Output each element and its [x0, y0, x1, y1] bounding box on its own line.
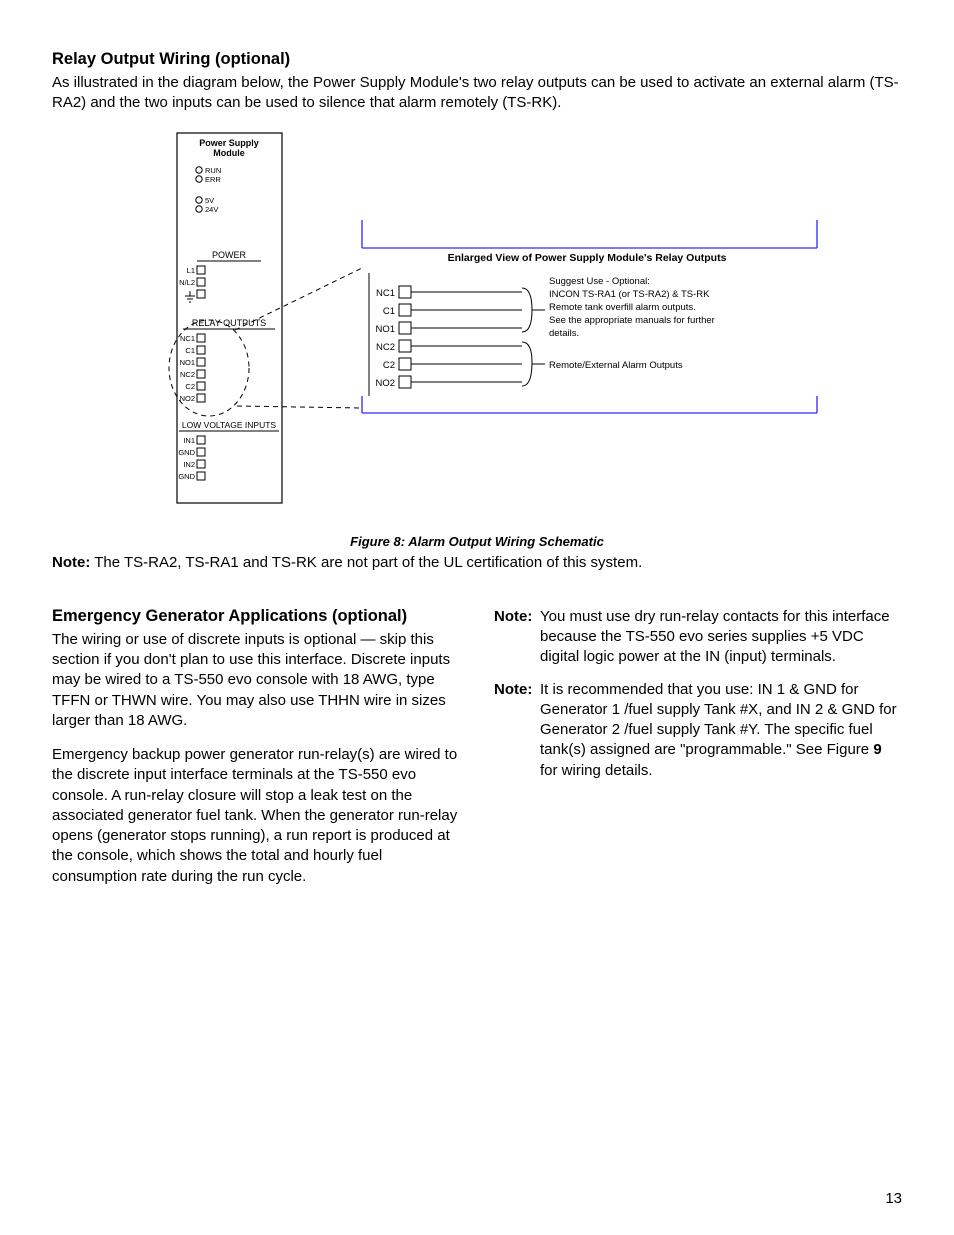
note-ul-cert: Note: The TS-RA2, TS-RA1 and TS-RK are n… — [52, 553, 902, 573]
label-gnd1: GND — [178, 448, 195, 457]
bracket-top — [522, 288, 532, 332]
suggest-line3: Remote tank overfill alarm outputs. — [549, 302, 696, 313]
heading-emergency-gen: Emergency Generator Applications (option… — [52, 607, 460, 626]
right-column: Note: You must use dry run-relay contact… — [494, 599, 902, 793]
note2-label: Note: — [494, 680, 540, 781]
label-nc1: NC1 — [180, 334, 195, 343]
e-label-nc2: NC2 — [376, 342, 395, 353]
terminal-in2 — [197, 460, 205, 468]
ground-icon — [185, 291, 195, 302]
left-column: Emergency Generator Applications (option… — [52, 599, 460, 901]
label-no1: NO1 — [180, 358, 195, 367]
note1-text: You must use dry run-relay contacts for … — [540, 607, 902, 668]
note2-text: It is recommended that you use: IN 1 & G… — [540, 680, 902, 781]
enlarged-wires — [411, 292, 522, 382]
remote-label: Remote/External Alarm Outputs — [549, 360, 683, 371]
label-in2: IN2 — [183, 460, 195, 469]
note2-text-bold: 9 — [873, 741, 881, 758]
suggest-line2: INCON TS-RA1 (or TS-RA2) & TS-RK — [549, 289, 710, 300]
terminal-gnd2 — [197, 472, 205, 480]
e-label-c2: C2 — [383, 360, 395, 371]
label-gnd2: GND — [178, 472, 195, 481]
terminal-c2 — [197, 382, 205, 390]
para-relay-intro: As illustrated in the diagram below, the… — [52, 73, 902, 114]
label-nl2: N/L2 — [179, 278, 195, 287]
figure-8-schematic: Power Supply Module RUN ERR 5V 24V POWER… — [52, 128, 902, 549]
label-nc2: NC2 — [180, 370, 195, 379]
terminal-in1 — [197, 436, 205, 444]
led-err-label: ERR — [205, 175, 221, 184]
e-label-no2: NO2 — [375, 378, 395, 389]
psm-title2: Module — [213, 148, 245, 158]
note1-label: Note: — [494, 607, 540, 668]
terminal-no2 — [197, 394, 205, 402]
led-24v-label: 24V — [205, 205, 218, 214]
heading-relay-output: Relay Output Wiring (optional) — [52, 50, 902, 69]
leader-top — [235, 268, 362, 330]
bracket-bottom — [522, 342, 532, 386]
lowvolt-section-label: LOW VOLTAGE INPUTS — [182, 420, 276, 430]
terminal-no1 — [197, 358, 205, 366]
psm-title1: Power Supply — [199, 138, 259, 148]
e-label-nc1: NC1 — [376, 288, 395, 299]
two-column-section: Emergency Generator Applications (option… — [52, 599, 902, 901]
label-no2: NO2 — [180, 394, 195, 403]
power-section-label: POWER — [212, 250, 247, 260]
led-run-label: RUN — [205, 166, 221, 175]
callout-ellipse — [169, 320, 249, 416]
enlarged-terminals: NC1 C1 NO1 NC2 C2 NO2 — [369, 273, 411, 396]
leader-bottom — [237, 406, 362, 408]
led-24v-icon — [196, 205, 202, 211]
terminal-gnd-power — [197, 290, 205, 298]
led-err-icon — [196, 175, 202, 181]
terminal-nl2 — [197, 278, 205, 286]
note-recommended: Note: It is recommended that you use: IN… — [494, 680, 902, 781]
label-l1: L1 — [187, 266, 195, 275]
e-label-c1: C1 — [383, 306, 395, 317]
terminal-nc2 — [197, 370, 205, 378]
document-page: Relay Output Wiring (optional) As illust… — [0, 0, 954, 1235]
note2-text-a: It is recommended that you use: IN 1 & G… — [540, 681, 897, 759]
note2-text-b: for wiring details. — [540, 762, 653, 779]
note-label: Note: — [52, 554, 90, 571]
terminal-gnd1 — [197, 448, 205, 456]
figure-8-caption: Figure 8: Alarm Output Wiring Schematic — [52, 534, 902, 549]
led-5v-label: 5V — [205, 196, 214, 205]
suggest-line4: See the appropriate manuals for further — [549, 315, 715, 326]
e-label-no1: NO1 — [375, 324, 395, 335]
page-number: 13 — [885, 1190, 902, 1207]
para-gen-2: Emergency backup power generator run-rel… — [52, 745, 460, 887]
alarm-wiring-svg: Power Supply Module RUN ERR 5V 24V POWER… — [117, 128, 837, 523]
label-c2: C2 — [185, 382, 195, 391]
terminal-c1 — [197, 346, 205, 354]
note-dry-run: Note: You must use dry run-relay contact… — [494, 607, 902, 668]
note-text: The TS-RA2, TS-RA1 and TS-RK are not par… — [90, 554, 642, 571]
suggest-line1: Suggest Use - Optional: — [549, 276, 650, 287]
terminal-nc1 — [197, 334, 205, 342]
label-c1: C1 — [185, 346, 195, 355]
led-run-icon — [196, 166, 202, 172]
label-in1: IN1 — [183, 436, 195, 445]
terminal-l1 — [197, 266, 205, 274]
led-5v-icon — [196, 196, 202, 202]
para-gen-1: The wiring or use of discrete inputs is … — [52, 630, 460, 731]
suggest-line5: details. — [549, 328, 579, 339]
enlarged-title: Enlarged View of Power Supply Module's R… — [448, 252, 727, 264]
